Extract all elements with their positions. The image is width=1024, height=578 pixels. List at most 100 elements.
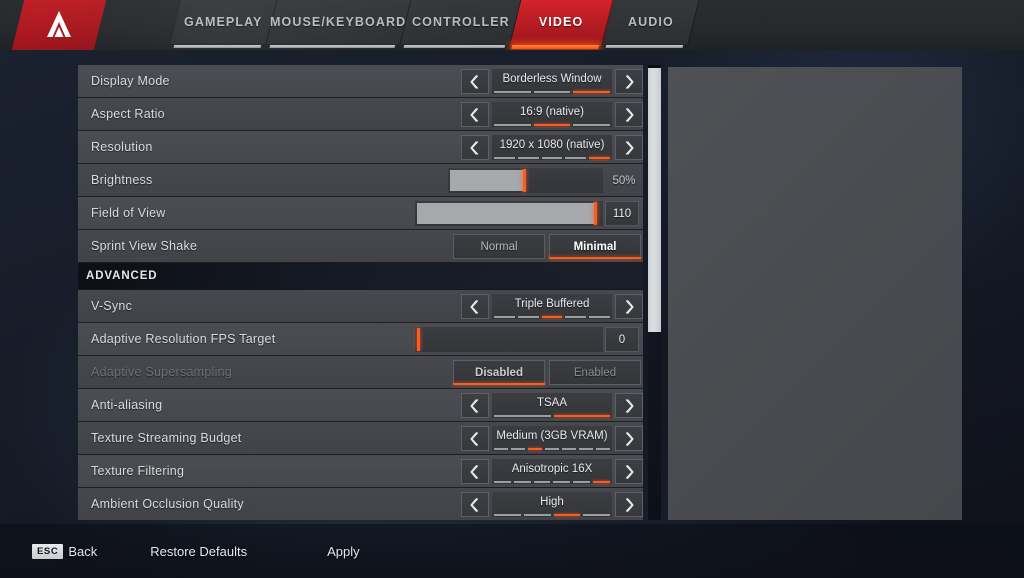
setting-row[interactable]: Display Mode Borderless Window [78, 65, 643, 98]
step-dash [541, 157, 563, 159]
slider-handle[interactable] [594, 202, 598, 225]
step-dash [573, 124, 611, 126]
selector-value: High [540, 496, 564, 508]
chevron-left-icon[interactable] [461, 294, 489, 319]
slider-track[interactable] [448, 168, 603, 193]
tab-mouse-keyboard[interactable]: MOUSE/KEYBOARD [266, 0, 412, 44]
toggle-option-label: Normal [480, 240, 518, 253]
slider-handle[interactable] [417, 328, 420, 351]
step-dash [511, 448, 525, 450]
slider-control: 110 [415, 197, 643, 230]
setting-label: Resolution [91, 140, 153, 154]
setting-label: Sprint View Shake [91, 239, 198, 253]
selector-value-box[interactable]: Anisotropic 16X [492, 459, 612, 484]
selector-control: Borderless Window [461, 65, 643, 98]
tab-audio[interactable]: AUDIO [602, 0, 700, 44]
step-dash [494, 316, 515, 318]
restore-defaults-button[interactable]: Restore Defaults [150, 544, 247, 559]
selector-value-box[interactable]: 16:9 (native) [492, 102, 612, 127]
chevron-right-icon[interactable] [615, 294, 643, 319]
setting-label: Brightness [91, 173, 153, 187]
selector-value-box[interactable]: Borderless Window [492, 69, 612, 94]
chevron-left-icon[interactable] [461, 69, 489, 94]
video-settings-list: Display Mode Borderless Window Aspect Rati… [78, 65, 643, 520]
step-dash [494, 448, 508, 450]
step-dash [589, 316, 610, 318]
step-dash [565, 157, 587, 159]
selector-value-box[interactable]: High [492, 492, 612, 517]
step-dash [533, 481, 551, 483]
selector-value-box[interactable]: TSAA [492, 393, 612, 418]
setting-row: Adaptive Supersampling Disabled Enabled [78, 356, 643, 389]
chevron-right-icon[interactable] [615, 135, 643, 160]
selector-step-indicator [494, 124, 611, 126]
selector-value-box[interactable]: Triple Buffered [492, 294, 612, 319]
setting-row[interactable]: Aspect Ratio 16:9 (native) [78, 98, 643, 131]
slider-value: 0 [605, 327, 639, 352]
step-dash [533, 124, 571, 126]
step-dash [513, 481, 531, 483]
slider-track[interactable] [415, 201, 603, 226]
chevron-right-icon[interactable] [615, 492, 643, 517]
step-dash [523, 514, 551, 516]
tab-controller[interactable]: CONTROLLER [400, 0, 522, 44]
chevron-left-icon[interactable] [461, 459, 489, 484]
setting-row[interactable]: Field of View 110 [78, 197, 643, 230]
settings-scrollbar-track[interactable] [648, 65, 661, 520]
setting-row[interactable]: Ambient Occlusion Quality High [78, 488, 643, 520]
step-dash [541, 316, 563, 318]
chevron-right-icon[interactable] [615, 102, 643, 127]
selector-step-indicator [494, 448, 610, 450]
setting-row[interactable]: Resolution 1920 x 1080 (native) [78, 131, 643, 164]
tab-video[interactable]: VIDEO [509, 0, 615, 46]
tab-gameplay[interactable]: GAMEPLAY [170, 0, 278, 44]
selector-value: 16:9 (native) [520, 106, 584, 118]
setting-label: Texture Filtering [91, 464, 185, 478]
chevron-right-icon[interactable] [615, 393, 643, 418]
chevron-right-icon[interactable] [615, 426, 643, 451]
setting-row[interactable]: Texture Streaming Budget Medium (3GB VRAM… [78, 422, 643, 455]
tab-label: AUDIO [627, 15, 674, 29]
step-dash [517, 157, 539, 159]
slider-value: 110 [605, 201, 639, 226]
step-dash [528, 448, 542, 450]
setting-label: Aspect Ratio [91, 107, 165, 121]
slider-track[interactable] [415, 327, 603, 352]
step-dash [579, 448, 593, 450]
back-button[interactable]: Back [68, 544, 97, 559]
selector-step-indicator [494, 514, 610, 516]
setting-label: Ambient Occlusion Quality [91, 497, 244, 511]
toggle-option-enabled: Enabled [549, 360, 641, 385]
step-dash [494, 481, 511, 483]
footer-action-bar: ESC Back Restore Defaults Apply [0, 524, 1024, 578]
step-dash [553, 514, 581, 516]
toggle-option-minimal[interactable]: Minimal [549, 234, 641, 259]
setting-row[interactable]: V-Sync Triple Buffered [78, 290, 643, 323]
slider-handle[interactable] [522, 169, 526, 192]
toggle-option-normal[interactable]: Normal [453, 234, 545, 259]
settings-scrollbar-thumb[interactable] [648, 68, 661, 333]
selector-step-indicator [494, 481, 610, 483]
step-dash [562, 448, 576, 450]
chevron-left-icon[interactable] [461, 102, 489, 127]
setting-row[interactable]: Sprint View Shake Normal Minimal [78, 230, 643, 263]
chevron-left-icon[interactable] [461, 393, 489, 418]
chevron-right-icon[interactable] [615, 69, 643, 94]
selector-step-indicator [494, 316, 610, 318]
setting-row[interactable]: Adaptive Resolution FPS Target 0 [78, 323, 643, 356]
apply-button[interactable]: Apply [327, 544, 360, 559]
setting-row[interactable]: Brightness 50% [78, 164, 643, 197]
selector-control: 1920 x 1080 (native) [461, 131, 643, 164]
selector-value-box[interactable]: Medium (3GB VRAM) [492, 426, 612, 451]
toggle-option-label: Minimal [573, 240, 617, 253]
chevron-left-icon[interactable] [461, 492, 489, 517]
chevron-left-icon[interactable] [461, 135, 489, 160]
toggle-control: Normal Minimal [449, 230, 643, 263]
selector-value-box[interactable]: 1920 x 1080 (native) [492, 135, 612, 160]
apex-legends-logo [10, 0, 108, 50]
selector-control: Anisotropic 16X [461, 455, 643, 488]
setting-row[interactable]: Anti-aliasing TSAA [78, 389, 643, 422]
setting-row[interactable]: Texture Filtering Anisotropic 16X [78, 455, 643, 488]
chevron-right-icon[interactable] [615, 459, 643, 484]
chevron-left-icon[interactable] [461, 426, 489, 451]
